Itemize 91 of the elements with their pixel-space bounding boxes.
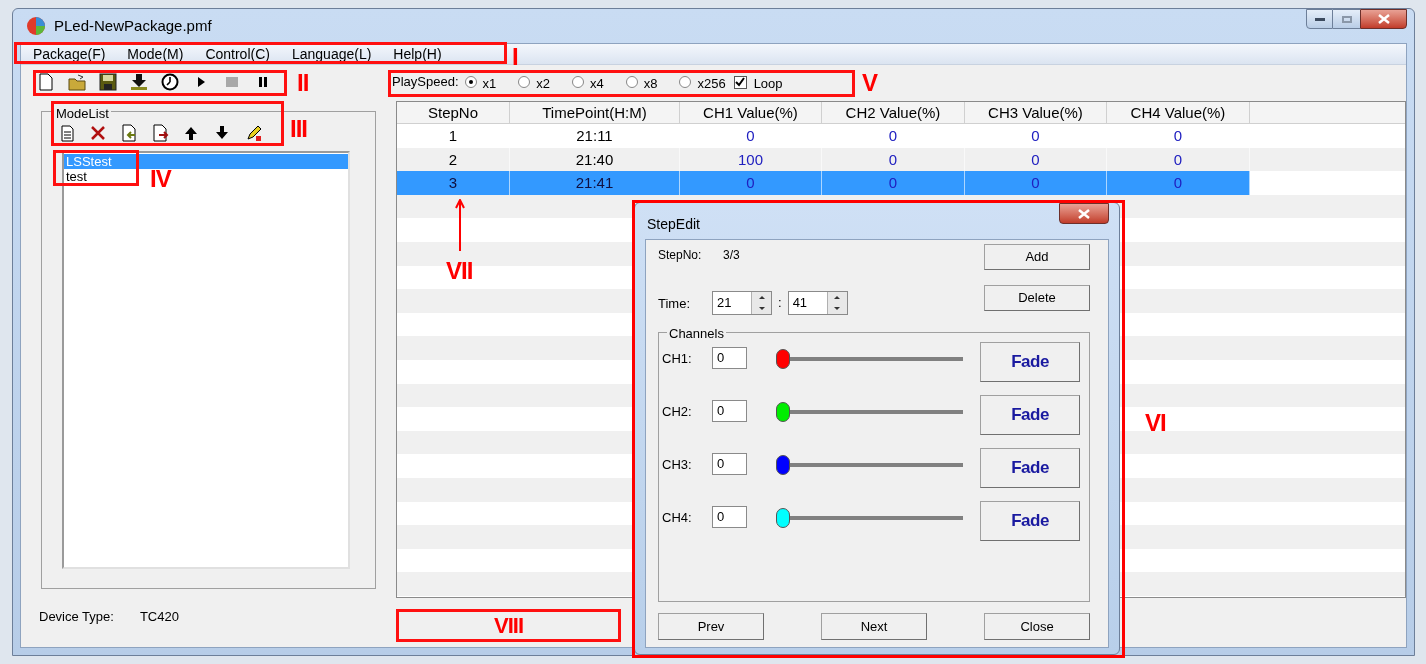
- delete-button[interactable]: Delete: [984, 285, 1090, 311]
- export-icon[interactable]: [151, 124, 169, 142]
- column-header[interactable]: CH3 Value(%): [965, 102, 1107, 123]
- annotation-label: VI: [1145, 410, 1166, 436]
- column-header[interactable]: TimePoint(H:M): [510, 102, 680, 123]
- radio-button[interactable]: [518, 76, 531, 88]
- menu-item[interactable]: Help(H): [383, 43, 452, 65]
- annotation-label: III: [290, 116, 307, 142]
- radio-button[interactable]: [679, 76, 692, 88]
- slider[interactable]: [776, 455, 963, 475]
- folder-icon[interactable]: [68, 73, 86, 91]
- close-button[interactable]: [1360, 9, 1407, 29]
- dialog-button[interactable]: Next: [821, 613, 927, 640]
- slider[interactable]: [776, 402, 963, 422]
- annotation-label: VII: [446, 258, 473, 284]
- column-header[interactable]: StepNo: [397, 102, 510, 123]
- radio-button[interactable]: [464, 76, 477, 88]
- loop-checkbox[interactable]: [733, 75, 747, 89]
- fade-button[interactable]: Fade: [980, 448, 1080, 488]
- fade-button[interactable]: Fade: [980, 342, 1080, 382]
- radio-label: x8: [643, 74, 658, 93]
- table-cell: 0: [965, 171, 1107, 195]
- radio-label: x4: [589, 74, 604, 93]
- pencil-icon[interactable]: [244, 124, 262, 142]
- minute-spinner[interactable]: 41: [787, 291, 848, 315]
- annotation-label: V: [862, 70, 877, 96]
- step-value: 3/3: [723, 247, 740, 264]
- new-document-icon[interactable]: [58, 124, 76, 142]
- annotation-label: II: [297, 70, 309, 96]
- slider-thumb[interactable]: [776, 508, 790, 528]
- time-label: Time:: [658, 295, 692, 314]
- loop-label: Loop: [753, 74, 783, 93]
- dialog-button[interactable]: Prev: [658, 613, 764, 640]
- slider-thumb[interactable]: [776, 349, 790, 369]
- minimize-button[interactable]: [1306, 9, 1333, 29]
- step-label: StepNo:: [658, 247, 703, 264]
- table-cell: 0: [680, 171, 822, 195]
- annotation-label: IV: [150, 166, 171, 192]
- menu-item[interactable]: Control(C): [195, 43, 280, 65]
- clock-icon[interactable]: [161, 73, 179, 91]
- menu-item[interactable]: Language(L): [281, 43, 382, 65]
- close-icon: [1377, 14, 1390, 24]
- menu-item[interactable]: Package(F): [23, 43, 116, 65]
- maximize-button[interactable]: [1333, 9, 1360, 29]
- window-title: PLed-NewPackage.pmf: [54, 15, 212, 36]
- play-speed-label: PlaySpeed:: [392, 73, 459, 92]
- dialog-title: StepEdit: [646, 214, 700, 234]
- device-type-value: TC420: [139, 608, 179, 626]
- channel-value-field[interactable]: 0: [712, 400, 747, 422]
- table-cell: 3: [397, 171, 510, 195]
- table-cell: 0: [822, 171, 965, 195]
- time-separator: :: [778, 294, 782, 313]
- save-icon[interactable]: [99, 73, 117, 91]
- annotation-label: VIII: [396, 609, 621, 642]
- slider[interactable]: [776, 508, 963, 528]
- channel-label: CH2:: [662, 403, 693, 421]
- table-cell: 21:41: [510, 171, 680, 195]
- menu-item[interactable]: Mode(M): [117, 43, 194, 65]
- radio-label: x2: [536, 74, 550, 93]
- column-header[interactable]: CH4 Value(%): [1107, 102, 1250, 123]
- channel-value-field[interactable]: 0: [712, 506, 747, 528]
- radio-label: x256: [697, 74, 726, 93]
- radio-label: x1: [482, 74, 497, 93]
- channel-value-field[interactable]: 0: [712, 347, 747, 369]
- slider[interactable]: [776, 349, 963, 369]
- device-type-label: Device Type:: [39, 608, 114, 626]
- fade-button[interactable]: Fade: [980, 395, 1080, 435]
- app-logo-icon: [26, 16, 46, 36]
- fade-button[interactable]: Fade: [980, 501, 1080, 541]
- dialog-button[interactable]: Close: [984, 613, 1090, 640]
- annotation-arrow: [455, 199, 465, 251]
- channel-label: CH3:: [662, 456, 693, 474]
- add-button[interactable]: Add: [984, 244, 1090, 270]
- hour-spinner[interactable]: 21: [712, 291, 772, 315]
- delete-icon[interactable]: [89, 124, 107, 142]
- radio-button[interactable]: [625, 76, 638, 88]
- column-header[interactable]: CH1 Value(%): [680, 102, 822, 123]
- download-icon[interactable]: [130, 73, 148, 91]
- channel-label: CH1:: [662, 350, 693, 368]
- channel-value-field[interactable]: 0: [712, 453, 747, 475]
- slider-thumb[interactable]: [776, 402, 790, 422]
- import-icon[interactable]: [120, 124, 138, 142]
- close-button[interactable]: [1059, 203, 1109, 224]
- annotation-label: I: [512, 44, 518, 70]
- table-cell: 0: [1107, 171, 1250, 195]
- column-header[interactable]: CH2 Value(%): [822, 102, 965, 123]
- close-icon: [1078, 208, 1090, 219]
- slider-thumb[interactable]: [776, 455, 790, 475]
- new-file-icon[interactable]: [37, 73, 55, 91]
- radio-button[interactable]: [571, 76, 584, 88]
- channel-label: CH4:: [662, 509, 693, 527]
